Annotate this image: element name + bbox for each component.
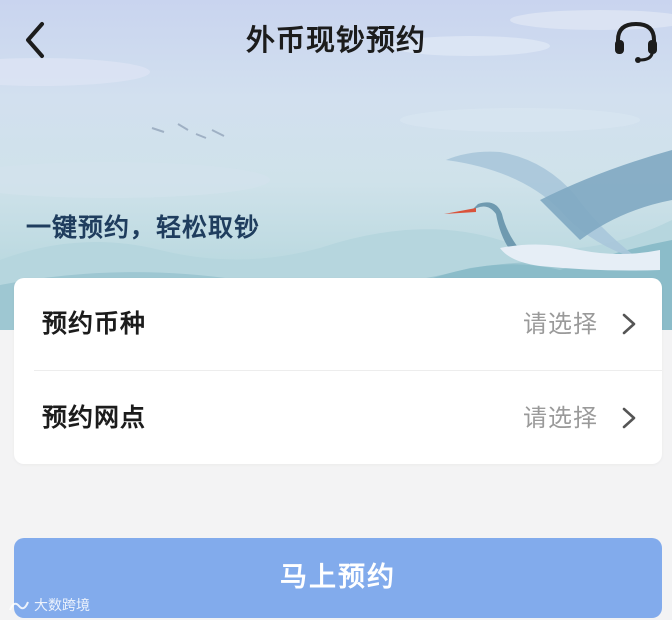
- customer-service-button[interactable]: [610, 18, 662, 64]
- chevron-right-icon: [622, 313, 636, 335]
- back-button[interactable]: [16, 18, 56, 62]
- top-navigation-bar: 外币现钞预约: [0, 0, 672, 80]
- currency-value: 请选择: [523, 310, 598, 338]
- page-title: 外币现钞预约: [245, 23, 426, 57]
- row-divider: [34, 370, 662, 371]
- currency-label: 预约币种: [42, 309, 147, 338]
- hero-slogan: 一键预约，轻松取钞: [26, 213, 261, 242]
- chevron-left-icon: [26, 22, 44, 58]
- branch-value: 请选择: [523, 404, 598, 432]
- reservation-form-card: 预约币种 请选择 预约网点 请选择: [14, 278, 662, 464]
- headset-icon: [615, 21, 657, 63]
- branch-label: 预约网点: [42, 403, 147, 432]
- currency-select-row[interactable]: 预约币种 请选择: [14, 278, 662, 370]
- watermark: 大数跨境: [8, 596, 90, 616]
- chevron-right-icon: [622, 407, 636, 429]
- branch-select-row[interactable]: 预约网点 请选择: [14, 372, 662, 464]
- reserve-now-button[interactable]: 马上预约: [14, 538, 662, 618]
- watermark-logo-icon: [9, 601, 29, 611]
- watermark-text: 大数跨境: [34, 598, 90, 614]
